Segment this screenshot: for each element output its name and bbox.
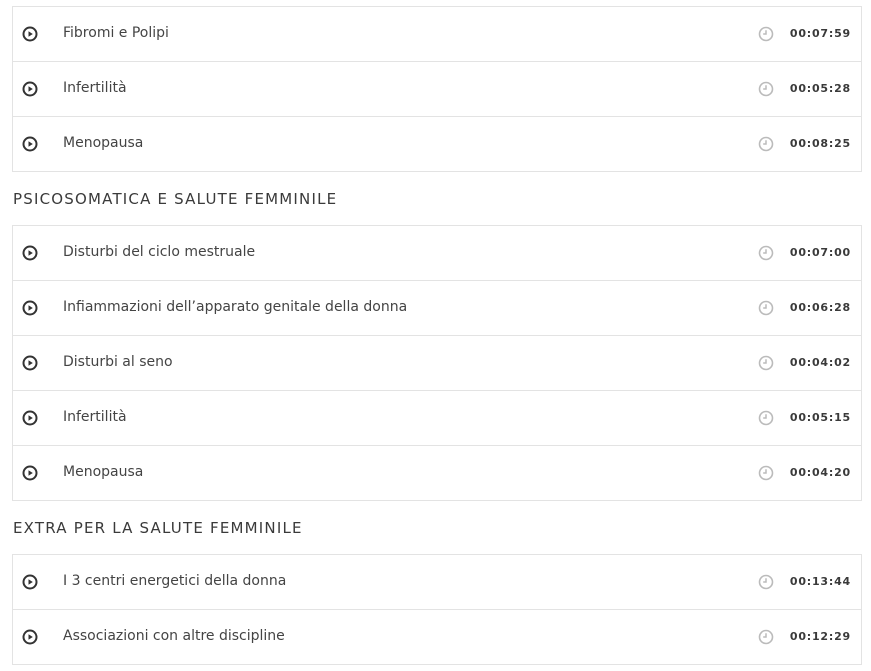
lesson-list: I 3 centri energetici della donna 00:13:… (12, 554, 862, 665)
lesson-list: Fibromi e Polipi 00:07:59 Infertilità 00… (12, 6, 862, 172)
lesson-duration: 00:05:15 (789, 411, 851, 424)
lesson-title: Associazioni con altre discipline (63, 628, 285, 644)
lesson-row[interactable]: I 3 centri energetici della donna 00:13:… (12, 555, 862, 610)
lesson-duration: 00:05:28 (789, 82, 851, 95)
clock-icon (758, 355, 774, 371)
lesson-duration: 00:04:02 (789, 356, 851, 369)
clock-icon (758, 574, 774, 590)
clock-icon (758, 245, 774, 261)
lesson-row[interactable]: Menopausa 00:04:20 (12, 446, 862, 501)
clock-icon (758, 26, 774, 42)
lesson-title: Infertilità (63, 80, 127, 96)
clock-icon (758, 300, 774, 316)
lesson-row[interactable]: Infiammazioni dell’apparato genitale del… (12, 281, 862, 336)
lesson-duration: 00:08:25 (789, 137, 851, 150)
lesson-title: Fibromi e Polipi (63, 25, 169, 41)
play-circle-icon (22, 629, 38, 645)
curriculum-section: Fibromi e Polipi 00:07:59 Infertilità 00… (12, 0, 862, 172)
lesson-title: I 3 centri energetici della donna (63, 573, 287, 589)
play-circle-icon (22, 136, 38, 152)
clock-icon (758, 629, 774, 645)
lesson-row[interactable]: Menopausa 00:08:25 (12, 117, 862, 172)
play-circle-icon (22, 355, 38, 371)
lesson-row[interactable]: Infertilità 00:05:28 (12, 62, 862, 117)
lesson-title: Disturbi del ciclo mestruale (63, 244, 256, 260)
lesson-duration: 00:07:59 (789, 27, 851, 40)
clock-icon (758, 136, 774, 152)
clock-icon (758, 81, 774, 97)
play-circle-icon (22, 574, 38, 590)
lesson-row[interactable]: Fibromi e Polipi 00:07:59 (12, 7, 862, 62)
lesson-title: Disturbi al seno (63, 354, 173, 370)
section-title: EXTRA PER LA SALUTE FEMMINILE (13, 519, 303, 537)
lesson-duration: 00:07:00 (789, 246, 851, 259)
clock-icon (758, 465, 774, 481)
lesson-duration: 00:12:29 (789, 630, 851, 643)
play-circle-icon (22, 26, 38, 42)
curriculum-list: Fibromi e Polipi 00:07:59 Infertilità 00… (12, 0, 862, 665)
play-circle-icon (22, 465, 38, 481)
curriculum-section: PSICOSOMATICA E SALUTE FEMMINILE Disturb… (12, 172, 862, 501)
lesson-duration: 00:04:20 (789, 466, 851, 479)
clock-icon (758, 410, 774, 426)
play-circle-icon (22, 300, 38, 316)
play-circle-icon (22, 81, 38, 97)
lesson-list: Disturbi del ciclo mestruale 00:07:00 In… (12, 225, 862, 501)
curriculum-section: EXTRA PER LA SALUTE FEMMINILE I 3 centri… (12, 501, 862, 665)
play-circle-icon (22, 245, 38, 261)
section-title: PSICOSOMATICA E SALUTE FEMMINILE (13, 190, 338, 208)
lesson-title: Menopausa (63, 464, 144, 480)
lesson-title: Menopausa (63, 135, 144, 151)
lesson-duration: 00:06:28 (789, 301, 851, 314)
lesson-title: Infiammazioni dell’apparato genitale del… (63, 299, 408, 315)
lesson-row[interactable]: Infertilità 00:05:15 (12, 391, 862, 446)
lesson-title: Infertilità (63, 409, 127, 425)
lesson-row[interactable]: Disturbi del ciclo mestruale 00:07:00 (12, 226, 862, 281)
lesson-row[interactable]: Disturbi al seno 00:04:02 (12, 336, 862, 391)
lesson-row[interactable]: Associazioni con altre discipline 00:12:… (12, 610, 862, 665)
lesson-duration: 00:13:44 (789, 575, 851, 588)
play-circle-icon (22, 410, 38, 426)
